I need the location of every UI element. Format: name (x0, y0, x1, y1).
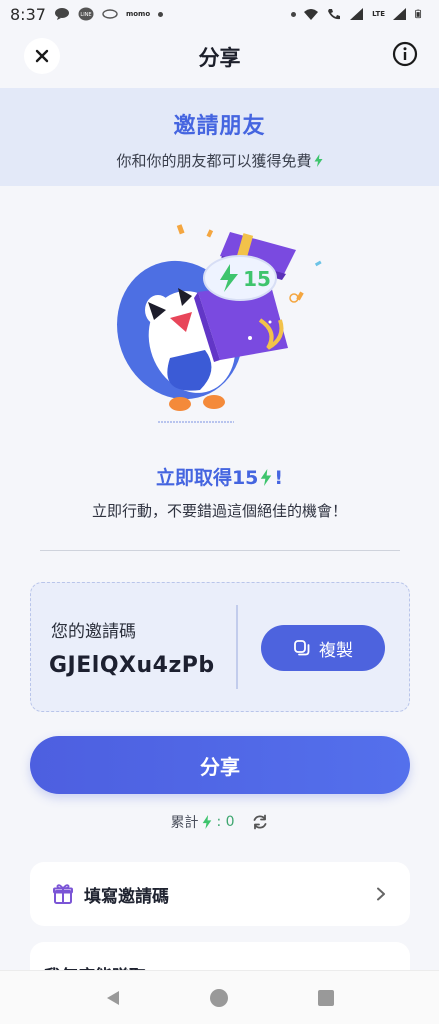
offer-title: 立即取得15! (0, 463, 439, 490)
recents-icon (317, 989, 334, 1006)
enter-invite-code-label: 填寫邀請碼 (84, 886, 169, 907)
status-bar: 8:37 LINE momo LTE (0, 0, 439, 28)
signal-icon (350, 8, 364, 20)
share-button[interactable]: 分享 (30, 736, 410, 794)
lightning-icon (261, 469, 272, 486)
invite-code-card: 您的邀請碼 GJElQXu4zPb 複製 (30, 582, 410, 712)
banner-subtitle: 你和你的朋友都可以獲得免費 (0, 150, 439, 171)
close-icon (35, 49, 49, 63)
lightning-icon (203, 815, 212, 829)
cloud-app-icon (102, 9, 118, 19)
call-icon (328, 9, 341, 20)
invite-banner: 邀請朋友 你和你的朋友都可以獲得免費 (0, 88, 439, 186)
banner-title: 邀請朋友 (173, 114, 266, 139)
status-dot (291, 11, 297, 17)
message-icon (54, 8, 69, 20)
illustration-badge-number: 15 (243, 267, 271, 291)
status-time: 8:37 (10, 4, 46, 24)
header: 分享 (0, 28, 439, 86)
lte-label: LTE (372, 9, 385, 18)
gift-icon (53, 884, 73, 904)
status-left: 8:37 LINE momo (10, 4, 164, 24)
copy-button[interactable]: 複製 (261, 625, 385, 671)
copy-button-label: 複製 (319, 640, 353, 661)
code-separator (236, 605, 238, 689)
refresh-icon[interactable] (251, 813, 269, 831)
invite-code-value[interactable]: GJElQXu4zPb (49, 653, 215, 678)
wifi-icon (304, 9, 319, 20)
copy-icon (294, 640, 310, 656)
recents-button[interactable] (315, 987, 337, 1009)
close-button[interactable] (24, 38, 60, 74)
total-label: 累計 (170, 815, 199, 831)
more-notifications-dot (158, 11, 164, 17)
invite-code-label: 您的邀請碼 (51, 622, 136, 642)
divider (40, 550, 400, 551)
lightning-icon (314, 154, 322, 167)
banner-subtitle-text: 你和你的朋友都可以獲得免費 (116, 152, 312, 170)
enter-invite-code-item[interactable]: 填寫邀請碼 (30, 862, 410, 926)
offer-title-suffix: ! (274, 467, 284, 489)
line-app-icon: LINE (78, 7, 94, 21)
penguin-gift-illustration: 15 (117, 224, 322, 423)
total-value: : 0 (216, 814, 235, 830)
signal-icon-2 (393, 8, 406, 20)
info-button[interactable] (391, 40, 419, 68)
status-right: LTE (291, 7, 425, 21)
offer-subtitle: 立即行動，不要錯過這個絕佳的機會！ (91, 502, 347, 520)
offer-title-text: 立即取得15 (155, 467, 259, 489)
battery-icon (415, 9, 422, 19)
momo-app-icon: momo (125, 9, 151, 18)
total-row: 累計 : 0 (0, 812, 439, 832)
chevron-right-icon (377, 887, 385, 901)
page-title: 分享 (198, 46, 241, 70)
system-nav-bar (0, 970, 439, 1024)
home-button[interactable] (208, 987, 230, 1009)
back-button[interactable] (102, 987, 124, 1009)
info-icon (392, 41, 418, 67)
back-icon (107, 990, 120, 1005)
home-icon (210, 988, 229, 1007)
line-app-label: LINE (80, 12, 91, 18)
